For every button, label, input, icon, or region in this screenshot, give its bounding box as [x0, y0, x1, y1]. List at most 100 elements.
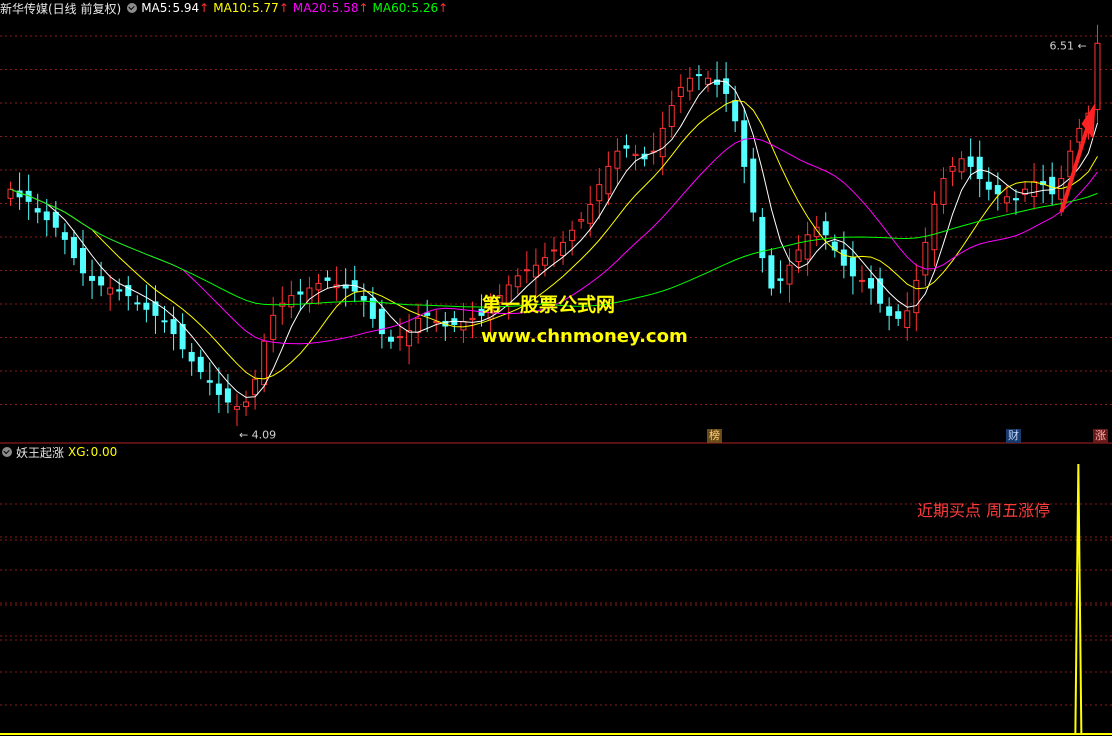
ma5-label: MA5:	[141, 1, 172, 15]
candle-body	[469, 317, 476, 321]
candle-body	[976, 156, 983, 180]
candle-body	[98, 276, 105, 286]
stock-chart[interactable]: 6.51 ← ← 4.09	[0, 0, 1112, 736]
ma60-label: MA60:	[372, 1, 411, 15]
candle-body	[143, 302, 150, 310]
tag-bang[interactable]: 榜	[707, 429, 722, 443]
ma5-value: 5.94	[172, 1, 200, 15]
candle-body	[822, 221, 829, 236]
ma10-arrow-icon: ↑	[278, 1, 289, 15]
options-icon[interactable]	[127, 3, 138, 13]
candle-body	[695, 74, 702, 77]
candle-body	[623, 145, 630, 149]
candle-body	[904, 310, 911, 329]
candle-body	[985, 181, 992, 190]
candle-body	[849, 257, 856, 277]
candle-body	[840, 249, 847, 266]
candle-body	[7, 188, 14, 199]
candle-body	[270, 314, 277, 340]
candle-body	[1012, 198, 1019, 201]
candle-body	[786, 264, 793, 285]
candle-body	[1076, 127, 1083, 143]
ma10-value: 5.77	[252, 1, 279, 15]
candle-body	[858, 279, 865, 282]
candle-body	[134, 302, 141, 305]
ma60-value: 5.26	[411, 1, 439, 15]
candle-body	[723, 78, 730, 94]
candle-body	[668, 105, 675, 128]
candle-body	[605, 165, 612, 195]
ma5-arrow-icon: ↑	[199, 1, 210, 15]
candle-body	[704, 77, 711, 85]
candle-body	[206, 380, 213, 383]
candle-body	[913, 279, 920, 314]
ma20-label: MA20:	[292, 1, 331, 15]
candle-body	[197, 356, 204, 373]
buy-point-annotation: 近期买点 周五涨停	[917, 501, 1051, 520]
candle-body	[360, 296, 367, 301]
candle-body	[686, 77, 693, 92]
candle-body	[750, 158, 757, 213]
candle-body	[107, 287, 114, 295]
candle-body	[741, 120, 748, 167]
candle-body	[297, 291, 304, 295]
candle-body	[1094, 42, 1101, 111]
candle-body	[43, 211, 50, 221]
candle-body	[578, 219, 585, 222]
candle-body	[569, 229, 576, 242]
candle-body	[315, 282, 322, 291]
watermark-title: 第一股票公式网	[482, 294, 616, 316]
ma10-label: MA10:	[213, 1, 252, 15]
candle-body	[523, 269, 530, 272]
candle-body	[61, 232, 68, 240]
grid-lines	[0, 35, 1112, 706]
candle-body	[161, 320, 168, 323]
candle-body	[397, 336, 404, 339]
candle-body	[659, 127, 666, 158]
candle-body	[560, 241, 567, 256]
candle-body	[596, 184, 603, 202]
candle-body	[949, 165, 956, 172]
candle-body	[224, 388, 231, 403]
candle-body	[170, 319, 177, 335]
candle-body	[233, 406, 240, 410]
main-header: 新华传媒(日线 前复权) MA5: 5.94 ↑ MA10: 5.77 ↑ MA…	[0, 0, 452, 16]
candle-body	[677, 86, 684, 97]
candle-body	[215, 383, 222, 395]
indicator-header: 妖王起涨 XG: 0.00	[0, 444, 121, 460]
candle-body	[768, 255, 775, 289]
candle-body	[387, 336, 394, 342]
candle-body	[868, 278, 875, 289]
candle-body	[415, 317, 422, 333]
candle-body	[406, 330, 413, 347]
candle-body	[940, 178, 947, 205]
indicator-name: 妖王起涨	[16, 445, 65, 460]
candlesticks	[7, 24, 1101, 427]
watermark-url: www.chnmoney.com	[481, 326, 688, 347]
candle-body	[614, 150, 621, 169]
candle-body	[1031, 181, 1038, 197]
indicator-options-icon[interactable]	[2, 447, 12, 457]
candle-body	[34, 208, 41, 213]
ma20-value: 5.58	[331, 1, 359, 15]
tag-zhang[interactable]: 涨	[1093, 429, 1108, 443]
candle-body	[795, 249, 802, 263]
candle-body	[116, 289, 123, 292]
candle-body	[632, 153, 639, 156]
tag-cai[interactable]: 财	[1006, 429, 1021, 443]
candle-body	[52, 211, 59, 228]
candle-body	[89, 275, 96, 281]
candle-body	[79, 247, 86, 274]
candle-body	[587, 203, 594, 224]
ma60-arrow-icon: ↑	[438, 1, 449, 15]
candle-body	[994, 185, 1001, 195]
candle-body	[931, 203, 938, 251]
candle-body	[243, 401, 250, 408]
min-price-label: ← 4.09	[239, 429, 276, 442]
candle-body	[252, 378, 259, 396]
candle-body	[958, 158, 965, 173]
candle-body	[70, 237, 77, 259]
candle-body	[188, 351, 195, 362]
candle-body	[532, 264, 539, 278]
candle-body	[541, 257, 548, 266]
